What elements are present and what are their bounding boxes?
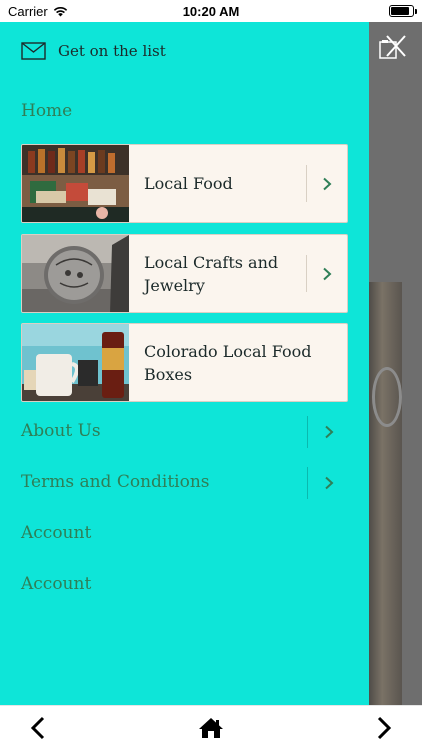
- card-label: Colorado Local Food Boxes: [144, 341, 312, 384]
- chevron-right-icon[interactable]: [322, 425, 336, 439]
- envelope-icon: [21, 42, 46, 60]
- bottom-toolbar: [0, 705, 422, 750]
- nav-terms-and-conditions[interactable]: Terms and Conditions: [21, 472, 210, 492]
- nav-home[interactable]: Home: [21, 101, 72, 121]
- card-label: Local Food: [144, 174, 233, 193]
- chevron-right-icon: [323, 177, 332, 190]
- home-icon: [199, 718, 223, 738]
- category-card-local-crafts[interactable]: Local Crafts and Jewelry: [21, 234, 348, 313]
- carrier-label: Carrier: [8, 3, 48, 19]
- nav-account-secondary[interactable]: Account: [21, 574, 91, 594]
- category-card-local-food[interactable]: Local Food: [21, 144, 348, 223]
- card-label: Local Crafts and Jewelry: [144, 252, 279, 295]
- nav-about-us[interactable]: About Us: [21, 421, 101, 441]
- newsletter-label: Get on the list: [58, 42, 166, 60]
- local-crafts-thumbnail: [22, 235, 129, 312]
- navigation-drawer: Get on the list Home Local Food Local Cr…: [0, 22, 369, 705]
- food-boxes-thumbnail: [22, 324, 129, 401]
- category-card-colorado-food-boxes[interactable]: Colorado Local Food Boxes: [21, 323, 348, 402]
- chevron-right-icon: [377, 716, 392, 740]
- chevron-left-icon: [30, 716, 45, 740]
- background-image-detail: [372, 367, 402, 427]
- chevron-right-icon[interactable]: [322, 476, 336, 490]
- newsletter-signup-link[interactable]: Get on the list: [21, 42, 166, 60]
- status-left: Carrier: [8, 4, 68, 19]
- expand-local-food-button[interactable]: [307, 145, 347, 222]
- wifi-icon: [53, 6, 67, 16]
- chevron-right-icon: [323, 267, 332, 280]
- local-food-thumbnail: [22, 145, 129, 222]
- battery-fill: [391, 7, 409, 15]
- battery-icon: [389, 5, 417, 17]
- home-button[interactable]: [197, 714, 225, 742]
- close-icon: [379, 35, 406, 59]
- forward-button[interactable]: [370, 714, 398, 742]
- close-drawer-button[interactable]: [378, 32, 408, 62]
- row-divider: [307, 416, 308, 448]
- background-image: [369, 282, 402, 727]
- nav-account[interactable]: Account: [21, 523, 91, 543]
- row-divider: [307, 467, 308, 499]
- back-button[interactable]: [24, 714, 52, 742]
- expand-local-crafts-button[interactable]: [307, 235, 347, 312]
- status-bar: Carrier 10:20 AM: [0, 0, 422, 22]
